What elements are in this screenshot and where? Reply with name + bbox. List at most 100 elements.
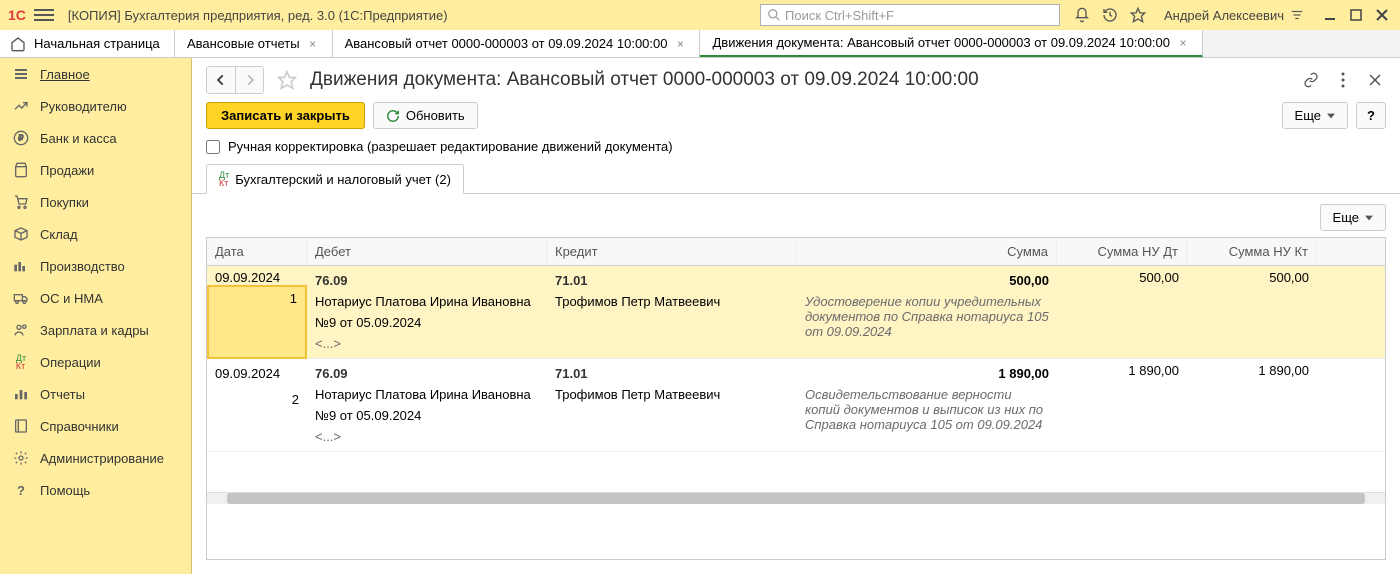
- app-logo: 1C: [4, 7, 30, 23]
- manual-edit-checkbox[interactable]: [206, 140, 220, 154]
- nav-manager[interactable]: Руководителю: [0, 90, 191, 122]
- gear-icon: [12, 449, 30, 467]
- search-input[interactable]: [785, 8, 1053, 23]
- question-icon: ?: [12, 481, 30, 499]
- ruble-icon: ₽: [12, 129, 30, 147]
- nav-assets[interactable]: ОС и НМА: [0, 282, 191, 314]
- close-icon[interactable]: ×: [673, 37, 687, 51]
- col-credit[interactable]: Кредит: [547, 238, 797, 265]
- col-nu-kt[interactable]: Сумма НУ Кт: [1187, 238, 1317, 265]
- user-name: Андрей Алексеевич: [1164, 8, 1284, 23]
- menu-icon[interactable]: [34, 5, 54, 25]
- tab-1[interactable]: Авансовый отчет 0000-000003 от 09.09.202…: [333, 30, 701, 57]
- chevron-down-icon: [1365, 214, 1373, 222]
- nav-help[interactable]: ?Помощь: [0, 474, 191, 506]
- more-button[interactable]: Еще: [1282, 102, 1348, 129]
- nav-label: Зарплата и кадры: [40, 323, 149, 338]
- tab-0[interactable]: Авансовые отчеты ×: [175, 30, 333, 57]
- user-menu[interactable]: Андрей Алексеевич: [1156, 8, 1312, 23]
- nav-label: Руководителю: [40, 99, 127, 114]
- truck-icon: [12, 289, 30, 307]
- nav-label: Банк и касса: [40, 131, 117, 146]
- more-label: Еще: [1295, 108, 1321, 123]
- nav-reports[interactable]: Отчеты: [0, 378, 191, 410]
- col-nu-dt[interactable]: Сумма НУ Дт: [1057, 238, 1187, 265]
- cell-credit: 71.01 Трофимов Петр Матвеевич: [547, 359, 797, 451]
- nav-admin[interactable]: Администрирование: [0, 442, 191, 474]
- back-button[interactable]: [207, 67, 235, 93]
- cart-icon: [12, 193, 30, 211]
- nav-sales[interactable]: Продажи: [0, 154, 191, 186]
- close-icon[interactable]: ×: [1176, 36, 1190, 50]
- kebab-icon[interactable]: [1332, 69, 1354, 91]
- cell-nu-dt: 1 890,00: [1057, 359, 1187, 451]
- home-tab-label: Начальная страница: [34, 36, 160, 51]
- factory-icon: [12, 257, 30, 275]
- cell-sum: 500,00 Удостоверение копии учредительных…: [797, 266, 1057, 358]
- nav-label: ОС и НМА: [40, 291, 103, 306]
- help-button[interactable]: ?: [1356, 102, 1386, 129]
- nav-operations[interactable]: ДтКтОперации: [0, 346, 191, 378]
- close-page-button[interactable]: [1364, 69, 1386, 91]
- sidebar: Главное Руководителю ₽ Банк и касса Прода…: [0, 58, 192, 574]
- close-button[interactable]: [1372, 5, 1392, 25]
- star-icon[interactable]: [1128, 5, 1148, 25]
- nav-label: Производство: [40, 259, 125, 274]
- tab-label: Авансовый отчет 0000-000003 от 09.09.202…: [345, 36, 668, 51]
- user-menu-icon: [1290, 8, 1304, 22]
- doc-tab-label: Бухгалтерский и налоговый учет (2): [235, 172, 451, 187]
- tab-2[interactable]: Движения документа: Авансовый отчет 0000…: [700, 30, 1203, 57]
- nav-label: Покупки: [40, 195, 89, 210]
- home-tab[interactable]: Начальная страница: [0, 30, 175, 57]
- page-title: Движения документа: Авансовый отчет 0000…: [310, 69, 1290, 91]
- refresh-label: Обновить: [406, 108, 465, 123]
- nav-label: Продажи: [40, 163, 94, 178]
- link-icon[interactable]: [1300, 69, 1322, 91]
- maximize-button[interactable]: [1346, 5, 1366, 25]
- favorite-button[interactable]: [274, 67, 300, 93]
- nav-bank[interactable]: ₽ Банк и касса: [0, 122, 191, 154]
- table-row[interactable]: 09.09.2024 1 76.09 Нотариус Платова Ирин…: [207, 266, 1385, 359]
- chevron-down-icon: [1327, 112, 1335, 120]
- row-number-selected: 1: [207, 285, 307, 359]
- tab-label: Авансовые отчеты: [187, 36, 300, 51]
- history-icon[interactable]: [1100, 5, 1120, 25]
- entries-grid[interactable]: Дата Дебет Кредит Сумма Сумма НУ Дт Сумм…: [206, 237, 1386, 560]
- nav-purchases[interactable]: Покупки: [0, 186, 191, 218]
- doc-tab-accounting[interactable]: ДтКт Бухгалтерский и налоговый учет (2): [206, 164, 464, 194]
- cell-nu-dt: 500,00: [1057, 266, 1187, 358]
- col-date[interactable]: Дата: [207, 238, 307, 265]
- nav-production[interactable]: Производство: [0, 250, 191, 282]
- nav-salary[interactable]: Зарплата и кадры: [0, 314, 191, 346]
- refresh-button[interactable]: Обновить: [373, 102, 478, 129]
- cell-nu-kt: 1 890,00: [1187, 359, 1317, 451]
- people-icon: [12, 321, 30, 339]
- home-icon: [10, 36, 26, 52]
- horizontal-scrollbar[interactable]: [207, 492, 1385, 504]
- cell-sum: 1 890,00 Освидетельствование верности ко…: [797, 359, 1057, 451]
- nav-catalogs[interactable]: Справочники: [0, 410, 191, 442]
- cell-debit: 76.09 Нотариус Платова Ирина Ивановна №9…: [307, 359, 547, 451]
- bell-icon[interactable]: [1072, 5, 1092, 25]
- col-sum[interactable]: Сумма: [797, 238, 1057, 265]
- grid-header: Дата Дебет Кредит Сумма Сумма НУ Дт Сумм…: [207, 238, 1385, 266]
- cell-date: 09.09.2024 2: [207, 359, 307, 451]
- minimize-button[interactable]: [1320, 5, 1340, 25]
- grid-more-button[interactable]: Еще: [1320, 204, 1386, 231]
- box-icon: [12, 225, 30, 243]
- nav-label: Администрирование: [40, 451, 164, 466]
- search-input-wrap[interactable]: [760, 4, 1060, 26]
- close-icon[interactable]: ×: [306, 37, 320, 51]
- dtkt-icon: ДтКт: [219, 171, 229, 187]
- cell-nu-kt: 500,00: [1187, 266, 1317, 358]
- nav-label: Справочники: [40, 419, 119, 434]
- write-close-button[interactable]: Записать и закрыть: [206, 102, 365, 129]
- table-row[interactable]: 09.09.2024 2 76.09 Нотариус Платова Ирин…: [207, 359, 1385, 452]
- menu-icon: [12, 65, 30, 83]
- nav-warehouse[interactable]: Склад: [0, 218, 191, 250]
- forward-button[interactable]: [235, 67, 263, 93]
- col-debit[interactable]: Дебет: [307, 238, 547, 265]
- nav-main[interactable]: Главное: [0, 58, 191, 90]
- dtkt-icon: ДтКт: [12, 353, 30, 371]
- nav-label: Отчеты: [40, 387, 85, 402]
